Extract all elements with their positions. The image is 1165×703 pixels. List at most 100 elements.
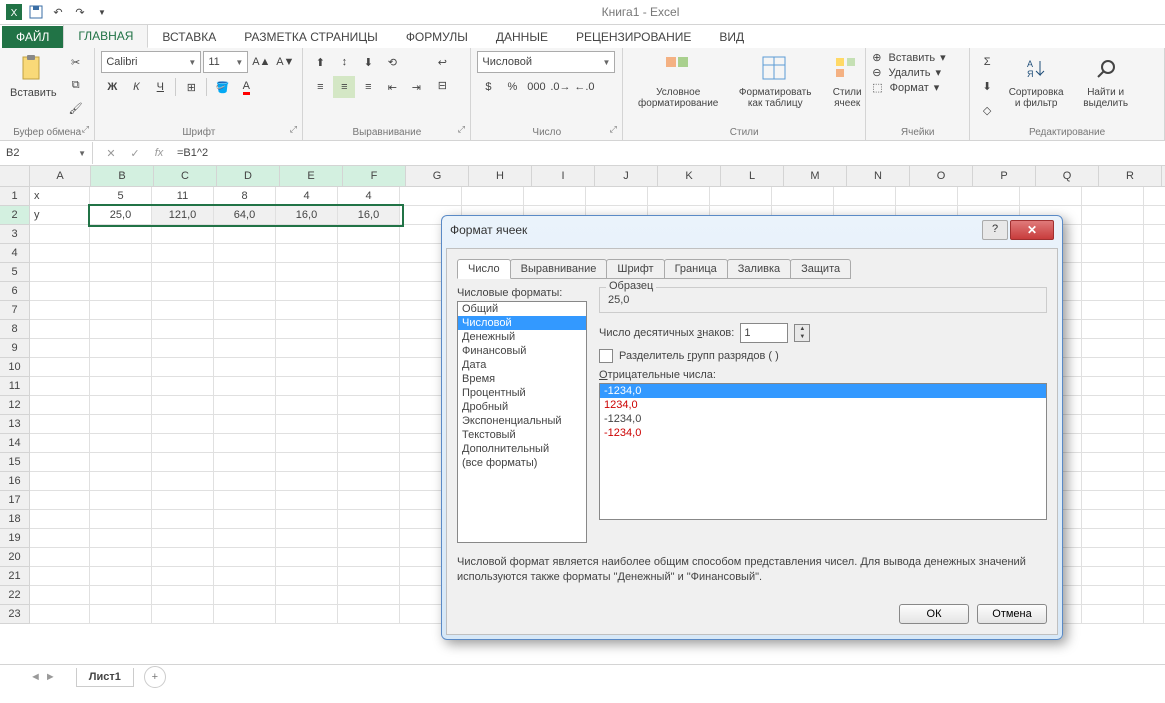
cell-E15[interactable] bbox=[276, 453, 338, 471]
cell-B22[interactable] bbox=[90, 586, 152, 604]
cell-A4[interactable] bbox=[30, 244, 90, 262]
cell-E17[interactable] bbox=[276, 491, 338, 509]
cell-F22[interactable] bbox=[338, 586, 400, 604]
cell-B2[interactable]: 25,0 bbox=[90, 206, 152, 224]
cell-F8[interactable] bbox=[338, 320, 400, 338]
tab-layout[interactable]: РАЗМЕТКА СТРАНИЦЫ bbox=[230, 26, 392, 48]
cell-A14[interactable] bbox=[30, 434, 90, 452]
cell-F21[interactable] bbox=[338, 567, 400, 585]
redo-icon[interactable]: ↷ bbox=[70, 2, 90, 22]
cell-R14[interactable] bbox=[1082, 434, 1144, 452]
paste-button[interactable]: Вставить bbox=[6, 51, 61, 138]
number-launcher-icon[interactable]: ⤢ bbox=[606, 124, 620, 138]
row-header-6[interactable]: 6 bbox=[0, 282, 29, 301]
format-item[interactable]: Денежный bbox=[458, 330, 586, 344]
row-header-4[interactable]: 4 bbox=[0, 244, 29, 263]
negative-item[interactable]: 1234,0 bbox=[600, 398, 1046, 412]
format-item[interactable]: Дробный bbox=[458, 400, 586, 414]
row-header-5[interactable]: 5 bbox=[0, 263, 29, 282]
cell-R1[interactable] bbox=[1082, 187, 1144, 205]
col-header-Q[interactable]: Q bbox=[1036, 166, 1099, 186]
cell-R13[interactable] bbox=[1082, 415, 1144, 433]
cell-E16[interactable] bbox=[276, 472, 338, 490]
enter-formula-icon[interactable]: ✓ bbox=[123, 142, 147, 164]
cell-styles-button[interactable]: Стили ячеек bbox=[823, 51, 871, 138]
indent-decrease-icon[interactable]: ⇤ bbox=[381, 76, 403, 98]
cancel-formula-icon[interactable]: ✕ bbox=[99, 142, 123, 164]
cell-K1[interactable] bbox=[648, 187, 710, 205]
cell-D2[interactable]: 64,0 bbox=[214, 206, 276, 224]
dlg-tab-align[interactable]: Выравнивание bbox=[510, 259, 608, 279]
help-button[interactable]: ? bbox=[982, 220, 1008, 240]
cell-R12[interactable] bbox=[1082, 396, 1144, 414]
cell-D14[interactable] bbox=[214, 434, 276, 452]
cell-R23[interactable] bbox=[1082, 605, 1144, 623]
col-header-F[interactable]: F bbox=[343, 166, 406, 186]
cell-D19[interactable] bbox=[214, 529, 276, 547]
cell-C10[interactable] bbox=[152, 358, 214, 376]
cell-E6[interactable] bbox=[276, 282, 338, 300]
bold-button[interactable]: Ж bbox=[101, 76, 123, 98]
tab-home[interactable]: ГЛАВНАЯ bbox=[63, 24, 148, 48]
negative-item[interactable]: -1234,0 bbox=[600, 412, 1046, 426]
cell-B7[interactable] bbox=[90, 301, 152, 319]
cell-E21[interactable] bbox=[276, 567, 338, 585]
cancel-button[interactable]: Отмена bbox=[977, 604, 1047, 624]
cell-A21[interactable] bbox=[30, 567, 90, 585]
number-format-combo[interactable]: Числовой▼ bbox=[477, 51, 615, 73]
undo-icon[interactable]: ↶ bbox=[48, 2, 68, 22]
cell-A15[interactable] bbox=[30, 453, 90, 471]
fill-color-icon[interactable]: 🪣 bbox=[211, 76, 233, 98]
sheet-tab[interactable]: Лист1 bbox=[76, 668, 134, 687]
cell-R9[interactable] bbox=[1082, 339, 1144, 357]
cell-E7[interactable] bbox=[276, 301, 338, 319]
cell-C9[interactable] bbox=[152, 339, 214, 357]
cell-D1[interactable]: 8 bbox=[214, 187, 276, 205]
cell-B9[interactable] bbox=[90, 339, 152, 357]
cell-B3[interactable] bbox=[90, 225, 152, 243]
cell-D20[interactable] bbox=[214, 548, 276, 566]
cell-C16[interactable] bbox=[152, 472, 214, 490]
cell-E1[interactable]: 4 bbox=[276, 187, 338, 205]
col-header-I[interactable]: I bbox=[532, 166, 595, 186]
cell-C2[interactable]: 121,0 bbox=[152, 206, 214, 224]
row-header-1[interactable]: 1 bbox=[0, 187, 29, 206]
col-header-C[interactable]: C bbox=[154, 166, 217, 186]
cell-A23[interactable] bbox=[30, 605, 90, 623]
cell-F12[interactable] bbox=[338, 396, 400, 414]
cell-C8[interactable] bbox=[152, 320, 214, 338]
col-header-M[interactable]: M bbox=[784, 166, 847, 186]
row-header-9[interactable]: 9 bbox=[0, 339, 29, 358]
tab-insert[interactable]: ВСТАВКА bbox=[148, 26, 230, 48]
cell-F18[interactable] bbox=[338, 510, 400, 528]
cell-B5[interactable] bbox=[90, 263, 152, 281]
cell-C18[interactable] bbox=[152, 510, 214, 528]
align-middle-icon[interactable]: ↕ bbox=[333, 51, 355, 73]
thousands-separator-checkbox[interactable] bbox=[599, 349, 613, 363]
cell-R18[interactable] bbox=[1082, 510, 1144, 528]
cell-E13[interactable] bbox=[276, 415, 338, 433]
find-select-button[interactable]: Найти и выделить bbox=[1074, 51, 1137, 138]
sheet-next-icon[interactable]: ► bbox=[45, 671, 56, 683]
cell-C15[interactable] bbox=[152, 453, 214, 471]
comma-icon[interactable]: 000 bbox=[525, 76, 547, 98]
wrap-text-icon[interactable]: ↩ bbox=[431, 51, 453, 73]
cell-E22[interactable] bbox=[276, 586, 338, 604]
cell-A11[interactable] bbox=[30, 377, 90, 395]
cell-F1[interactable]: 4 bbox=[338, 187, 400, 205]
cell-A16[interactable] bbox=[30, 472, 90, 490]
decimals-input[interactable]: 1 bbox=[740, 323, 788, 343]
cell-R11[interactable] bbox=[1082, 377, 1144, 395]
sheet-prev-icon[interactable]: ◄ bbox=[30, 671, 41, 683]
cell-R4[interactable] bbox=[1082, 244, 1144, 262]
tab-data[interactable]: ДАННЫЕ bbox=[482, 26, 562, 48]
cell-E23[interactable] bbox=[276, 605, 338, 623]
cell-D7[interactable] bbox=[214, 301, 276, 319]
cell-A17[interactable] bbox=[30, 491, 90, 509]
cell-E12[interactable] bbox=[276, 396, 338, 414]
cell-F17[interactable] bbox=[338, 491, 400, 509]
align-bottom-icon[interactable]: ⬇ bbox=[357, 51, 379, 73]
row-header-21[interactable]: 21 bbox=[0, 567, 29, 586]
cell-C4[interactable] bbox=[152, 244, 214, 262]
format-item[interactable]: Процентный bbox=[458, 386, 586, 400]
